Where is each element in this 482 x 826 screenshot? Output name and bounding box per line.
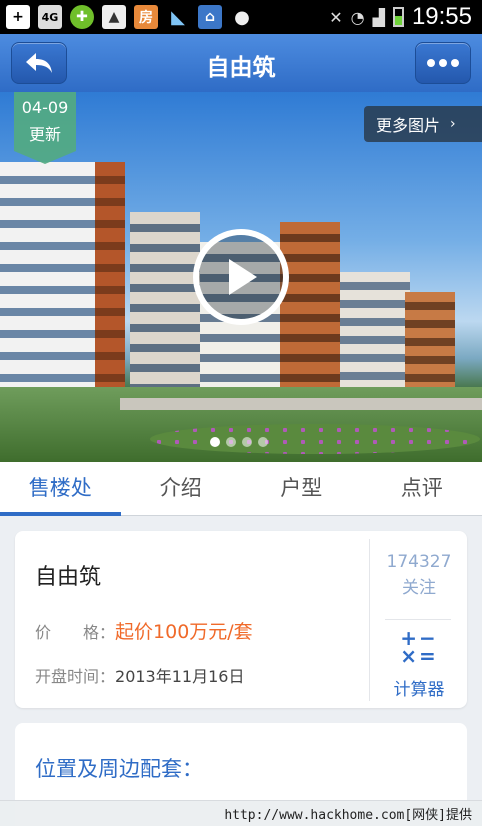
tab-introduction[interactable]: 介绍 bbox=[121, 462, 242, 515]
signal-icon: ▟ bbox=[372, 7, 385, 27]
follow-count: 174327 bbox=[386, 552, 452, 572]
price-value: 起价100万元/套 bbox=[115, 621, 253, 643]
calculator-icon: +− ×= bbox=[400, 626, 438, 668]
battery-icon bbox=[392, 7, 404, 27]
opening-date-label: 开盘时间： bbox=[35, 667, 116, 686]
plus-icon: + bbox=[6, 5, 30, 29]
more-button[interactable] bbox=[415, 42, 471, 84]
mute-icon: ✕ bbox=[329, 7, 343, 27]
follow-label: 关注 bbox=[402, 578, 436, 598]
play-video-button[interactable] bbox=[193, 229, 289, 325]
title-bar: 自由筑 bbox=[0, 34, 482, 92]
tab-bar: 售楼处 介绍 户型 点评 bbox=[0, 462, 482, 516]
more-dots-icon bbox=[427, 59, 459, 67]
divider bbox=[385, 619, 451, 620]
building-block bbox=[130, 212, 200, 392]
location-title: 位置及周边配套： bbox=[35, 757, 203, 781]
watermark-bar: http://www.hackhome.com[网侠]提供 bbox=[0, 800, 482, 826]
building-illustration bbox=[0, 162, 100, 392]
fang-app-icon: 房 bbox=[134, 5, 158, 29]
calculator-label: 计算器 bbox=[393, 680, 445, 700]
building-block bbox=[280, 222, 340, 392]
update-label: 更新 bbox=[28, 125, 61, 144]
opening-date-value: 2013年11月16日 bbox=[115, 667, 245, 686]
calculator-button[interactable]: +− ×= 计算器 bbox=[371, 626, 467, 700]
clock: 19:55 bbox=[411, 3, 472, 30]
house-app-icon: ⌂ bbox=[198, 5, 222, 29]
carousel-indicator bbox=[210, 437, 268, 447]
follow-button[interactable]: 174327 关注 bbox=[371, 549, 467, 601]
page-title: 自由筑 bbox=[206, 55, 276, 81]
update-date: 04-09 bbox=[21, 98, 69, 117]
carousel-dot bbox=[210, 437, 220, 447]
building-block bbox=[340, 272, 410, 392]
flower-bed bbox=[150, 424, 480, 454]
wifi-icon: ◔ bbox=[350, 7, 365, 27]
more-photos-button[interactable]: 更多图片 › bbox=[364, 106, 482, 142]
property-name: 自由筑 bbox=[35, 565, 102, 590]
watermark-text: http://www.hackhome.com[网侠]提供 bbox=[224, 808, 472, 823]
notification-icons: + 4G ✚ ▲ 房 ◣ ⌂ ● bbox=[6, 5, 254, 29]
gift-icon: ✚ bbox=[70, 5, 94, 29]
wechat-icon: ● bbox=[234, 6, 250, 28]
price-row: 价 格：起价100万元/套 bbox=[35, 617, 253, 644]
hero-image[interactable]: 04-09 更新 更多图片 › bbox=[0, 92, 482, 462]
more-photos-label: 更多图片 bbox=[376, 116, 441, 135]
sim-icon: 4G bbox=[38, 5, 62, 29]
chevron-right-icon: › bbox=[450, 116, 456, 132]
play-icon bbox=[229, 259, 257, 295]
tab-sales-office[interactable]: 售楼处 bbox=[0, 462, 121, 516]
carousel-dot bbox=[226, 437, 236, 447]
property-info-card: 自由筑 价 格：起价100万元/套 开盘时间：2013年11月16日 17432… bbox=[15, 531, 467, 708]
carousel-dot bbox=[242, 437, 252, 447]
status-bar: + 4G ✚ ▲ 房 ◣ ⌂ ● ✕ ◔ ▟ 19:55 bbox=[0, 0, 482, 34]
building-block bbox=[405, 292, 455, 392]
opening-date-row: 开盘时间：2013年11月16日 bbox=[35, 663, 244, 687]
road bbox=[120, 398, 482, 410]
price-label: 价 格： bbox=[35, 623, 116, 642]
tab-floor-plans[interactable]: 户型 bbox=[241, 462, 362, 515]
building-block bbox=[95, 162, 125, 392]
update-badge: 04-09 更新 bbox=[14, 92, 76, 164]
carousel-dot bbox=[258, 437, 268, 447]
divider bbox=[369, 539, 370, 701]
tab-reviews[interactable]: 点评 bbox=[362, 462, 482, 515]
bird-icon: ◣ bbox=[171, 6, 185, 28]
image-icon: ▲ bbox=[102, 5, 126, 29]
